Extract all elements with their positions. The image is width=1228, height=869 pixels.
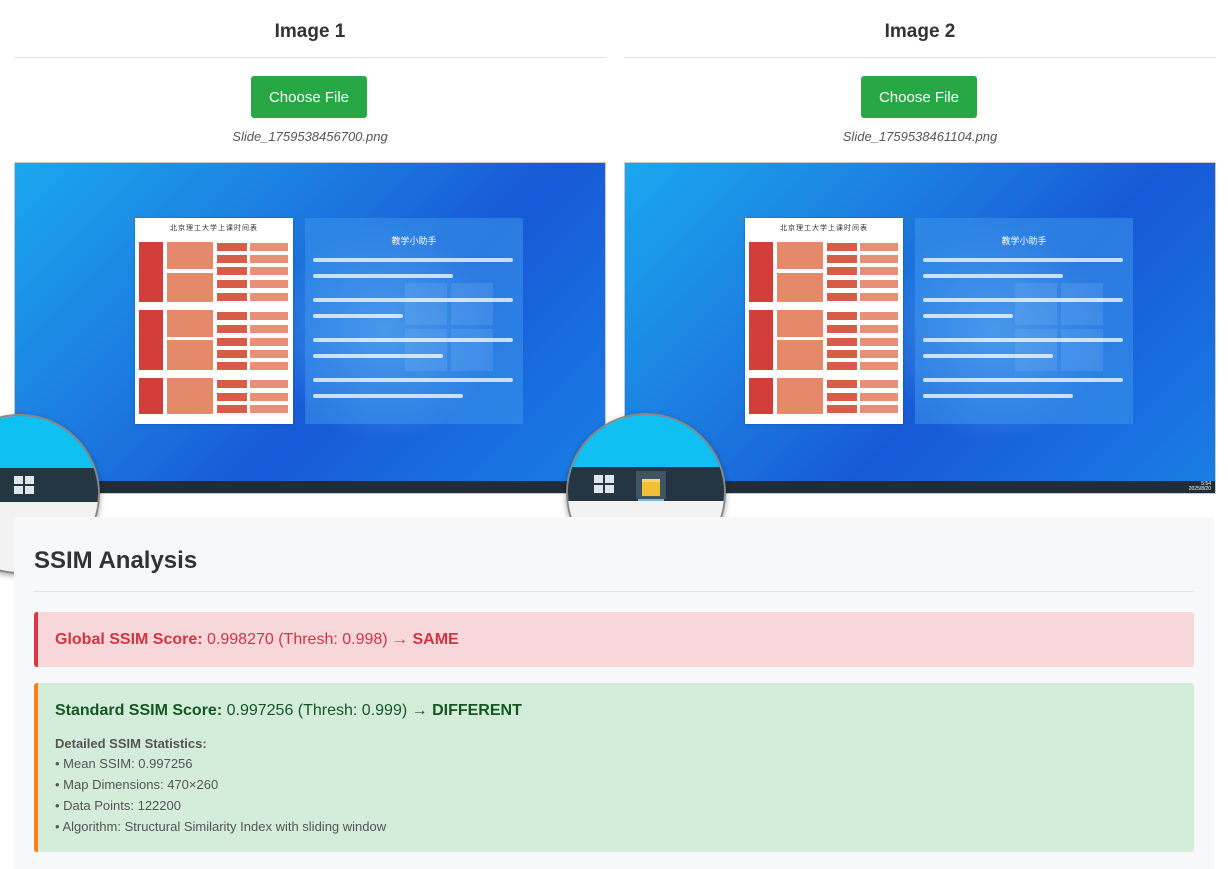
helper-title: 教学小助手 (1001, 236, 1047, 246)
schedule-card: 北京理工大学上课时间表 (745, 218, 903, 424)
image-preview: 北京理工大学上课时间表 教学小助手 (14, 162, 606, 494)
teaching-helper-card: 教学小助手 (305, 218, 523, 424)
task-view-icon (594, 475, 614, 493)
image-panel-2: Image 2 Choose File Slide_1759538461104.… (624, 0, 1216, 494)
choose-file-button[interactable]: Choose File (861, 76, 977, 118)
standard-ssim-value: 0.997256 (Thresh: 0.999) → (222, 702, 433, 719)
clock-date: 2025/8/20 (1188, 486, 1211, 492)
choose-file-button[interactable]: Choose File (251, 76, 367, 118)
global-ssim-label: Global SSIM Score: (55, 631, 203, 648)
standard-ssim-result: Standard SSIM Score: 0.997256 (Thresh: 0… (34, 683, 1194, 852)
stat-line: • Algorithm: Structural Similarity Index… (55, 819, 387, 834)
divider (34, 591, 1194, 592)
stat-line: • Map Dimensions: 470×260 (55, 777, 219, 792)
global-ssim-score: Global SSIM Score: 0.998270 (Thresh: 0.9… (55, 631, 459, 649)
task-view-icon (14, 476, 34, 494)
analysis-title: SSIM Analysis (34, 547, 198, 574)
ssim-analysis-section: SSIM Analysis Global SSIM Score: 0.99827… (14, 517, 1214, 869)
stat-line: • Data Points: 122200 (55, 798, 181, 813)
stat-line: • Mean SSIM: 0.997256 (55, 756, 193, 771)
teaching-helper-card: 教学小助手 (915, 218, 1133, 424)
schedule-title: 北京理工大学上课时间表 (170, 225, 258, 232)
schedule-title: 北京理工大学上课时间表 (780, 225, 868, 232)
file-name: Slide_1759538456700.png (232, 129, 388, 144)
taskbar (15, 481, 605, 493)
panel-title: Image 2 (624, 0, 1216, 58)
global-ssim-verdict: SAME (412, 631, 459, 648)
image-panel-1: Image 1 Choose File Slide_1759538456700.… (14, 0, 606, 494)
standard-ssim-label: Standard SSIM Score: (55, 702, 223, 719)
file-explorer-icon (636, 471, 666, 501)
schedule-card: 北京理工大学上课时间表 (135, 218, 293, 424)
file-name: Slide_1759538461104.png (842, 129, 998, 144)
stats-title: Detailed SSIM Statistics: (55, 736, 207, 751)
standard-ssim-score: Standard SSIM Score: 0.997256 (Thresh: 0… (55, 702, 522, 720)
taskbar-clock: 5:54 2025/8/20 (1189, 482, 1211, 492)
global-ssim-value: 0.998270 (Thresh: 0.998) → (202, 631, 413, 648)
global-ssim-result: Global SSIM Score: 0.998270 (Thresh: 0.9… (34, 612, 1194, 667)
panel-title: Image 1 (14, 0, 606, 58)
helper-title: 教学小助手 (391, 236, 437, 246)
standard-ssim-verdict: DIFFERENT (432, 702, 522, 719)
